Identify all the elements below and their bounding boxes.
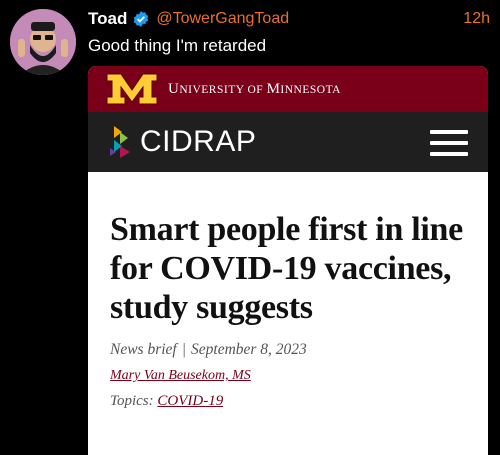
- article-date: September 8, 2023: [191, 341, 307, 358]
- link-preview-card[interactable]: UNIVERSITY OF MINNESOTA CIDRAP Smart peo…: [88, 66, 488, 455]
- tweet-text: Good thing I'm retarded: [88, 36, 267, 55]
- topic-link[interactable]: COVID-19: [157, 393, 223, 409]
- university-m-logo: [106, 73, 158, 105]
- timestamp[interactable]: 12h: [463, 10, 490, 28]
- user-handle[interactable]: @TowerGangToad: [156, 10, 289, 28]
- cidrap-logo-icon: [110, 126, 130, 158]
- article-author-link[interactable]: Mary Van Beusekom, MS: [110, 368, 251, 384]
- article-preview: Smart people first in line for COVID-19 …: [88, 172, 488, 410]
- site-header: CIDRAP: [88, 112, 488, 172]
- article-topics: Topics: COVID-19: [110, 393, 468, 410]
- verified-badge-icon: [134, 11, 149, 27]
- university-name: UNIVERSITY OF MINNESOTA: [168, 80, 341, 97]
- tweet-header: Toad @TowerGangToad 12h: [88, 7, 490, 31]
- article-type: News brief: [110, 341, 177, 358]
- article-headline[interactable]: Smart people first in line for COVID-19 …: [110, 210, 468, 327]
- tweet[interactable]: Toad @TowerGangToad 12h Good thing I'm r…: [0, 0, 500, 455]
- site-logo-text[interactable]: CIDRAP: [140, 125, 256, 159]
- display-name[interactable]: Toad: [88, 9, 127, 29]
- university-banner[interactable]: UNIVERSITY OF MINNESOTA: [88, 66, 488, 112]
- avatar-image: [10, 9, 76, 75]
- article-meta: News brief | September 8, 2023: [110, 341, 468, 359]
- meta-separator: |: [181, 341, 187, 358]
- topics-label: Topics:: [110, 393, 154, 409]
- avatar[interactable]: [10, 9, 76, 75]
- hamburger-menu-icon[interactable]: [430, 130, 468, 156]
